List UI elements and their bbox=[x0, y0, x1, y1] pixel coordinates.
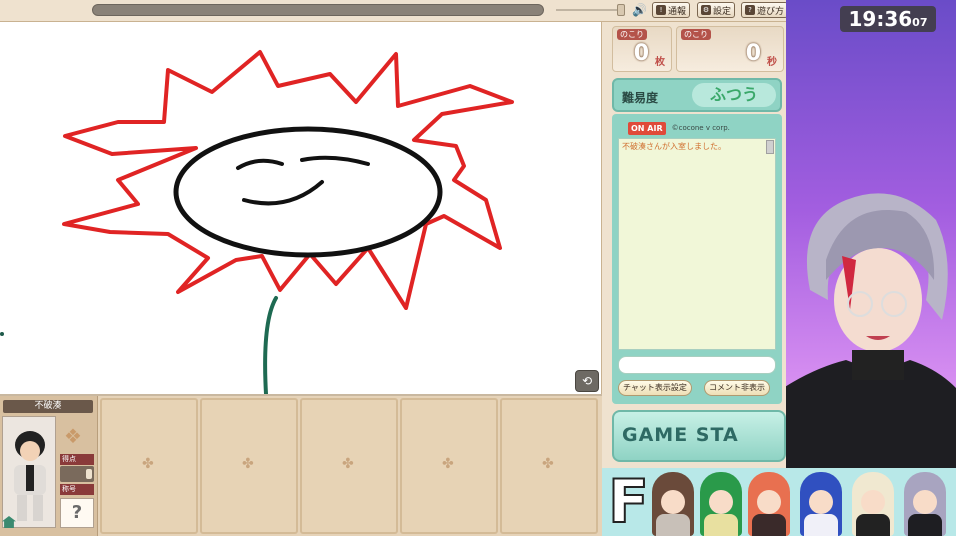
clover-icon: ✤ bbox=[442, 456, 454, 472]
settings-button[interactable]: ⚙ 設定 bbox=[697, 2, 736, 18]
game-start-label: GAME STA bbox=[622, 424, 739, 446]
clover-icon: ✤ bbox=[542, 456, 554, 472]
game-start-button[interactable]: GAME STA bbox=[612, 410, 786, 462]
player-bar: 不破湊 ❖ 得点 称号 ? ✤ ✤ ✤ ✤ ✤ bbox=[0, 396, 602, 536]
title-value: ? bbox=[60, 498, 94, 528]
player-name: 不破湊 bbox=[3, 400, 93, 413]
stream-clock: 19:3607 bbox=[840, 6, 936, 32]
member-portrait bbox=[748, 472, 790, 536]
remaining-seconds-label: のこり bbox=[681, 29, 711, 40]
remaining-seconds-unit: 秒 bbox=[767, 57, 777, 68]
player-slot: ✤ bbox=[200, 398, 298, 534]
score-label: 得点 bbox=[60, 454, 94, 465]
report-button[interactable]: ! 通報 bbox=[652, 2, 691, 18]
remaining-cards-counter: のこり 0 枚 bbox=[612, 26, 672, 72]
report-icon: ! bbox=[656, 5, 666, 15]
undo-button[interactable]: ⟲ bbox=[575, 370, 599, 392]
score-indicator bbox=[86, 469, 92, 479]
settings-icon: ⚙ bbox=[701, 5, 711, 15]
help-button[interactable]: ? 遊び方 bbox=[741, 2, 789, 18]
game-screen: 🔊 ! 通報 ⚙ 設定 ? 遊び方 ⟲ のこり 0 枚 のこり 0 秒 難易度 … bbox=[0, 0, 956, 536]
volume-slider[interactable] bbox=[556, 9, 624, 11]
player-slot: ✤ bbox=[500, 398, 598, 534]
remaining-seconds-value: 0 bbox=[745, 41, 761, 66]
chat-input[interactable] bbox=[618, 356, 776, 374]
hide-comments-button[interactable]: コメント非表示 bbox=[704, 380, 770, 396]
remaining-cards-unit: 枚 bbox=[655, 57, 665, 68]
member-portrait bbox=[652, 472, 694, 536]
canvas-stray-dot bbox=[0, 332, 4, 336]
chat-log[interactable]: 不破湊さんが入室しました。 bbox=[618, 138, 776, 350]
chat-panel: ON AIR ©cocone v corp. 不破湊さんが入室しました。 チャッ… bbox=[612, 114, 782, 404]
stem-stroke bbox=[263, 296, 278, 394]
difficulty-label: 難易度 bbox=[622, 91, 659, 105]
clover-icon: ✤ bbox=[142, 456, 154, 472]
player-card: 不破湊 ❖ 得点 称号 ? bbox=[0, 396, 98, 536]
member-portrait bbox=[800, 472, 842, 536]
difficulty-value: ふつう bbox=[692, 83, 776, 107]
streamer-avatar bbox=[756, 193, 956, 468]
remaining-seconds-counter: のこり 0 秒 bbox=[676, 26, 784, 72]
on-air-badge: ON AIR bbox=[628, 121, 666, 135]
chat-scrollbar[interactable] bbox=[766, 140, 774, 154]
help-label: 遊び方 bbox=[757, 6, 785, 17]
player-slot: ✤ bbox=[100, 398, 198, 534]
drawing-canvas[interactable] bbox=[0, 22, 602, 394]
speaker-icon[interactable]: 🔊 bbox=[632, 3, 647, 17]
avatar-figure bbox=[3, 417, 55, 527]
avatar[interactable] bbox=[2, 416, 56, 528]
help-icon: ? bbox=[745, 5, 755, 15]
chat-message: 不破湊さんが入室しました。 bbox=[622, 142, 726, 151]
banner-letter: F bbox=[607, 468, 650, 536]
volume-slider-knob[interactable] bbox=[617, 4, 625, 16]
chat-display-settings-button[interactable]: チャット表示設定 bbox=[618, 380, 692, 396]
difficulty-panel: 難易度 ふつう bbox=[612, 78, 782, 112]
chat-header: ON AIR ©cocone v corp. bbox=[628, 120, 730, 136]
streamer-overlay bbox=[756, 0, 956, 468]
clock-time: 19:36 bbox=[848, 7, 913, 31]
undo-icon: ⟲ bbox=[581, 374, 593, 388]
settings-label: 設定 bbox=[713, 6, 732, 17]
clover-icon: ✤ bbox=[242, 456, 254, 472]
copyright-text: ©cocone v corp. bbox=[671, 124, 730, 132]
progress-bar bbox=[92, 4, 544, 16]
right-panel: のこり 0 枚 のこり 0 秒 難易度 ふつう ON AIR ©cocone v… bbox=[602, 22, 786, 468]
top-bar: 🔊 ! 通報 ⚙ 設定 ? 遊び方 bbox=[0, 0, 789, 22]
ornament-icon: ❖ bbox=[64, 424, 82, 448]
report-label: 通報 bbox=[668, 6, 687, 17]
member-portrait bbox=[852, 472, 894, 536]
member-portrait bbox=[904, 472, 946, 536]
player-slot: ✤ bbox=[300, 398, 398, 534]
member-portrait bbox=[700, 472, 742, 536]
remaining-cards-value: 0 bbox=[633, 41, 649, 66]
title-label: 称号 bbox=[60, 484, 94, 495]
team-banner: F bbox=[602, 468, 956, 536]
drawing-strokes bbox=[62, 50, 514, 394]
player-slot: ✤ bbox=[400, 398, 498, 534]
clover-icon: ✤ bbox=[342, 456, 354, 472]
remaining-cards-label: のこり bbox=[617, 29, 647, 40]
clock-seconds: 07 bbox=[912, 16, 928, 29]
